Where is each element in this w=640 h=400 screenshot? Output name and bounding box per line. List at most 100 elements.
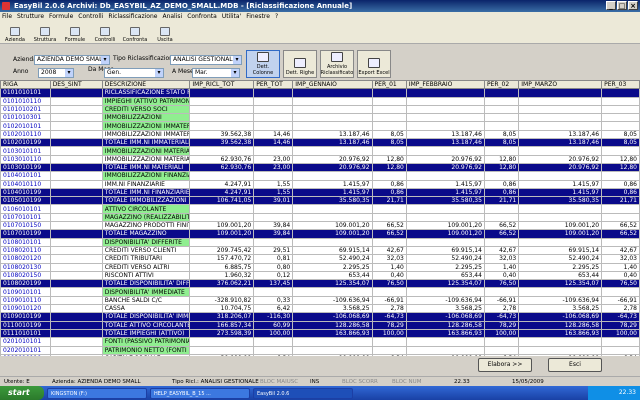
table-cell: 106.741,05 [189, 196, 255, 206]
menu-analisi[interactable]: Analisi [162, 12, 182, 22]
table-row[interactable]: 0109010110 BANCHE SALDI C/C -328.910,82 0,3… [0, 295, 640, 306]
col-header-des-sint[interactable]: DES_SINT [49, 80, 103, 90]
esci-button[interactable]: Esci [548, 358, 602, 372]
table-row[interactable]: 0104010199 TOTALE IMM.NI FINANZIARIE 4.247… [0, 187, 640, 198]
dett-righe-button[interactable]: Dett. Righe [283, 50, 317, 78]
a-mese-select[interactable]: Mar. [192, 68, 240, 78]
menu-file[interactable]: File [2, 12, 12, 22]
table-row[interactable]: 0108020199 TOTALE DISPONIBILITA' DIFFER 37… [0, 279, 640, 289]
table-row[interactable]: 0109010101 DISPONIBILITA' IMMEDIATE [0, 287, 640, 297]
table-cell: 109.001,20 [189, 221, 255, 231]
table-row[interactable]: 0110010199 TOTALE ATTIVO CIRCOLANTE 166.85… [0, 320, 640, 330]
task-kingston[interactable]: KINGSTON (F:) [47, 387, 147, 399]
toolbar-uscita-button[interactable]: Uscita [150, 22, 180, 44]
azienda-select[interactable]: AZIENDA DEMO SMALL [34, 55, 110, 65]
start-button[interactable]: start [0, 386, 44, 400]
da-mese-select[interactable]: Gen. [104, 68, 164, 78]
table-cell: 163.866,93 [518, 328, 603, 339]
table-row[interactable]: 0107010199 TOTALE MAGAZZINO 109.001,20 39,8… [0, 229, 640, 239]
table-cell: 0,81 [253, 254, 294, 264]
table-row[interactable]: 0107010150 MAGAZZINO PRODOTTI FINITI 109.0… [0, 221, 640, 231]
maximize-button[interactable]: □ [617, 1, 627, 10]
toolbar-confronta-button[interactable]: Confronta [120, 22, 150, 44]
table-row[interactable]: 0103010199 TOTALE IMM.NI MATERIALI 62.930,… [0, 162, 640, 173]
table-cell [189, 96, 255, 106]
col-header-per-tot[interactable]: PER_TOT [253, 80, 294, 90]
exit-icon [160, 27, 170, 36]
table-row[interactable]: 0101010301 IMMOBILIZZAZIONI [0, 113, 640, 123]
table-row[interactable]: 0101010101 RICLASSIFICAZIONE STATO PAT [0, 88, 640, 98]
table-row[interactable]: 0111010101 TOTALE IMPIEGHI (ATTIVO) 273.59… [0, 328, 640, 339]
table-cell [371, 104, 407, 115]
col-header-imp-marzo[interactable]: IMP_MARZO [518, 80, 603, 90]
menu-strutture[interactable]: Strutture [17, 12, 44, 22]
table-cell [253, 104, 294, 115]
table-cell [49, 262, 103, 272]
elabora-button[interactable]: Elabora >> [478, 358, 532, 372]
col-header-per-01[interactable]: PER_01 [371, 80, 407, 90]
table-cell: TOTALE MAGAZZINO [101, 229, 191, 239]
table-cell: 69.915,14 [405, 245, 485, 256]
table-row[interactable]: 0108010101 DISPONIBILITA' DIFFERITE [0, 237, 640, 247]
table-row[interactable]: 0108020130 CREDITI VERSO ALTRI 6.885,75 0,8… [0, 262, 640, 272]
menu-bar: File Strutture Formule Controlli Riclass… [0, 12, 640, 22]
table-row[interactable]: 0103010110 IMMOBILIZZAZIONI MATERIALI 62.9… [0, 154, 640, 164]
tipo-riclassificazione-select[interactable]: ANALISI GESTIONALE [170, 55, 242, 65]
table-row[interactable]: 0104010101 IMMOBILIZZAZIONI FINANZIARIE [0, 171, 640, 181]
table-row[interactable]: 0109010199 TOTALE DISPONIBILITA' IMMEDI 31… [0, 312, 640, 322]
table-cell: 0111010101 [0, 328, 51, 339]
table-row[interactable]: 0103010101 IMMOBILIZZAZIONI MATERIALI [0, 146, 640, 156]
toolbar-azienda-button[interactable]: Azienda [0, 22, 30, 44]
menu-finestre[interactable]: Finestre [246, 12, 270, 22]
table-row[interactable]: 0202010101 PATRIMONIO NETTO (FONTI PRI [0, 345, 640, 355]
table-cell: -109.636,94 [405, 295, 485, 306]
table-row[interactable]: 0108020120 CREDITI TRIBUTARI 157.470,72 0,8… [0, 254, 640, 264]
table-row[interactable]: 0102010199 TOTALE IMM.NI IMMATERIALI 39.56… [0, 138, 640, 148]
col-header-imp-gennaio[interactable]: IMP_GENNAIO [292, 80, 373, 90]
col-header-descrizione[interactable]: DESCRIZIONE [101, 80, 191, 90]
table-cell: IMMOBILIZZAZIONI [101, 113, 191, 123]
table-cell: 653,44 [405, 270, 485, 281]
table-row[interactable]: 0201010101 FONTI (PASSIVO PATRIMONIALE [0, 337, 640, 347]
table-row[interactable]: 0101010201 CREDITI VERSO SOCI [0, 104, 640, 115]
dett-colonne-button[interactable]: Dett. Colonne [246, 50, 280, 78]
close-button[interactable]: × [628, 1, 638, 10]
col-header-imp-ricl-tot[interactable]: IMP_RICL_TOT [189, 80, 255, 90]
table-row[interactable]: 0106010101 ATTIVO CIRCOLANTE [0, 204, 640, 214]
table-row[interactable]: 0104010110 IMM.NI FINANZIARIE 4.247,91 1,55… [0, 179, 640, 189]
toolbar-controlli-button[interactable]: Controlli [90, 22, 120, 44]
table-cell [49, 171, 103, 181]
menu-controlli[interactable]: Controlli [78, 12, 103, 22]
task-easybil[interactable]: EasyBil 2.0.6 [253, 387, 353, 399]
col-header-riga[interactable]: RIGA [0, 80, 51, 90]
table-cell: RICLASSIFICAZIONE STATO PAT [101, 88, 191, 98]
table-row[interactable]: 0102010101 IMMOBILIZZAZIONI IMMATERIAL [0, 121, 640, 131]
menu-confronta[interactable]: Confronta [187, 12, 217, 22]
table-row[interactable]: 0109010120 CASSA 10.704,75 6,42 3.568,25 2,78… [0, 303, 640, 314]
data-grid[interactable]: RIGA DES_SINT DESCRIZIONE IMP_RICL_TOT P… [0, 80, 640, 356]
table-cell: 30.000,00 [189, 353, 255, 356]
table-row[interactable]: 0108020110 CREDITI VERSO CLIENTI 209.745,4… [0, 245, 640, 256]
task-help[interactable]: HELP_EASYBIL_B_15 ... [150, 387, 250, 399]
table-cell: 78,29 [371, 320, 407, 330]
archivio-riclassificato-button[interactable]: Archivio Riclassificato [320, 50, 354, 78]
table-row[interactable]: 0202010110CAPITALE SOCIALE30.000,006,341… [0, 353, 640, 356]
toolbar-struttura-button[interactable]: Struttura [30, 22, 60, 44]
col-header-imp-febbraio[interactable]: IMP_FEBBRAIO [405, 80, 485, 90]
anno-select[interactable]: 2008 [38, 68, 74, 78]
toolbar-formule-button[interactable]: Formule [60, 22, 90, 44]
menu-formule[interactable]: Formule [49, 12, 73, 22]
table-row[interactable]: 0101010110 IMPIEGHI (ATTIVO PATRIMONIAI [0, 96, 640, 106]
table-row[interactable]: 0107010101 MAGAZZINO (REALIZZABILITA') [0, 212, 640, 223]
export-excel-button[interactable]: Export Excel [357, 50, 391, 78]
menu-help[interactable]: ? [275, 12, 278, 22]
menu-utilita[interactable]: Utilita' [222, 12, 241, 22]
table-row[interactable]: 0102010110 IMMOBILIZZAZIONI IMMATERIAL39.… [0, 129, 640, 140]
table-cell [483, 88, 520, 98]
minimize-button[interactable]: _ [606, 1, 616, 10]
col-header-per-02[interactable]: PER_02 [483, 80, 520, 90]
menu-riclassificazione[interactable]: Riclassificazione [108, 12, 157, 22]
table-row[interactable]: 0105010199 TOTALE IMMOBILIZZAZIONI 106.741… [0, 196, 640, 206]
table-row[interactable]: 0108020150 RISCONTI ATTIVI 1.960,32 0,12 653… [0, 270, 640, 281]
col-header-per-03[interactable]: PER_03 [601, 80, 640, 90]
